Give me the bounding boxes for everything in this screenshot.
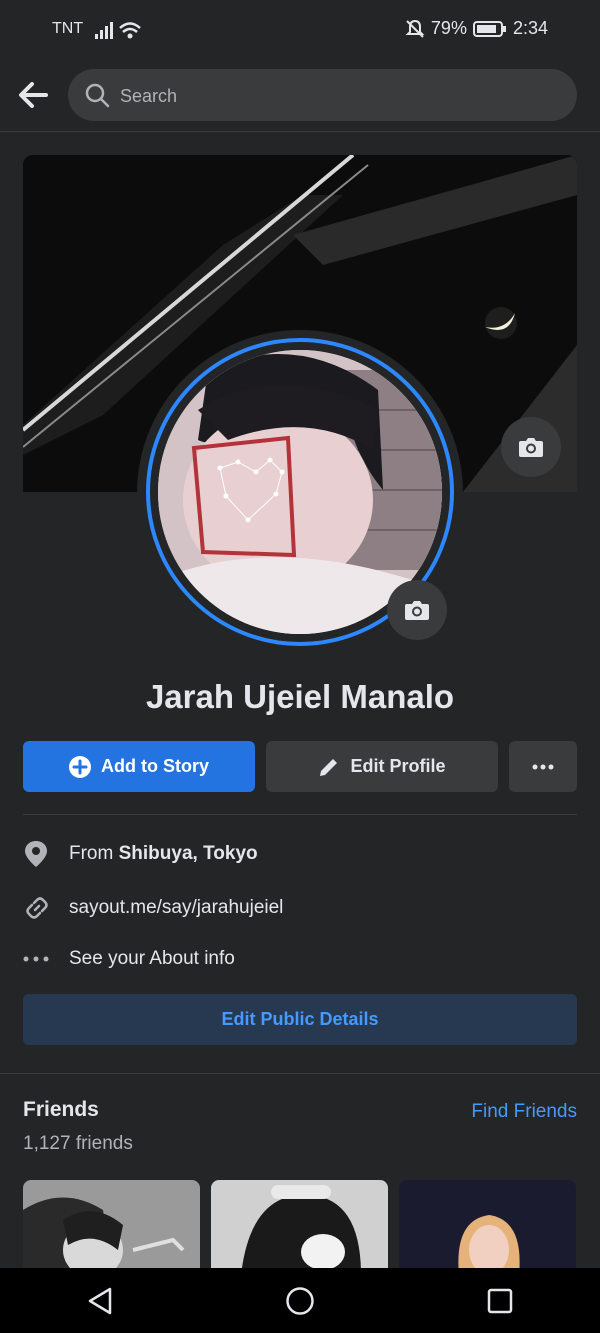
search-icon	[85, 83, 110, 108]
app-header	[0, 58, 600, 132]
bell-off-icon	[405, 19, 425, 38]
battery-percent: 79%	[430, 18, 467, 38]
divider	[23, 814, 577, 815]
section-separator	[0, 1073, 600, 1074]
friend-photo	[399, 1180, 576, 1275]
friends-heading: Friends	[23, 1098, 99, 1121]
avatar-camera-button[interactable]	[387, 580, 447, 640]
detail-link[interactable]: sayout.me/say/jarahujeiel	[23, 893, 577, 923]
camera-icon	[519, 438, 543, 457]
edit-profile-button[interactable]: Edit Profile	[266, 741, 498, 792]
square-recents-icon	[487, 1288, 513, 1313]
clock: 2:34	[512, 18, 548, 38]
carrier-label: TNT	[52, 20, 84, 37]
cover-camera-button[interactable]	[501, 417, 561, 477]
back-arrow-icon[interactable]	[16, 78, 52, 112]
add-to-story-label: Add to Story	[101, 756, 209, 776]
pencil-icon	[320, 758, 338, 776]
add-to-story-button[interactable]: Add to Story	[23, 741, 255, 792]
hometown-place: Shibuya, Tokyo	[118, 843, 258, 864]
search-input[interactable]	[118, 81, 552, 111]
about-info-label: See your About info	[69, 948, 235, 969]
status-right: 79% 2:34	[405, 18, 548, 39]
friend-thumbnail[interactable]	[23, 1180, 200, 1275]
find-friends-link[interactable]: Find Friends	[471, 1101, 577, 1123]
detail-about[interactable]: See your About info	[23, 944, 577, 974]
nav-back-button[interactable]	[70, 1271, 130, 1331]
nav-recents-button[interactable]	[470, 1271, 530, 1331]
battery-icon	[472, 20, 506, 37]
friends-count: 1,127 friends	[23, 1133, 133, 1154]
more-options-button[interactable]	[509, 741, 577, 792]
search-bar[interactable]	[68, 69, 577, 121]
website-link[interactable]: sayout.me/say/jarahujeiel	[69, 897, 283, 919]
location-pin-icon	[25, 841, 47, 867]
edit-public-details-button[interactable]: Edit Public Details	[23, 994, 577, 1045]
status-bar: TNT 79% 2:34	[0, 0, 600, 58]
more-dots-icon	[23, 956, 49, 962]
profile-name: Jarah Ujeiel Manalo	[145, 678, 455, 715]
system-nav-bar	[0, 1268, 600, 1333]
more-dots-icon	[532, 764, 554, 769]
friend-thumbnail[interactable]	[211, 1180, 388, 1275]
friend-photo	[23, 1180, 200, 1275]
camera-icon	[405, 601, 429, 620]
hometown-prefix: From	[69, 843, 119, 864]
detail-hometown: From Shibuya, Tokyo	[23, 839, 577, 869]
friend-photo	[211, 1180, 388, 1275]
edit-profile-label: Edit Profile	[350, 756, 446, 776]
signal-icon	[95, 22, 141, 39]
nav-home-button[interactable]	[270, 1271, 330, 1331]
circle-home-icon	[286, 1286, 314, 1315]
friend-thumbnail[interactable]	[399, 1180, 576, 1275]
triangle-back-icon	[88, 1287, 112, 1314]
plus-circle-icon	[69, 755, 91, 778]
link-icon	[26, 897, 48, 919]
